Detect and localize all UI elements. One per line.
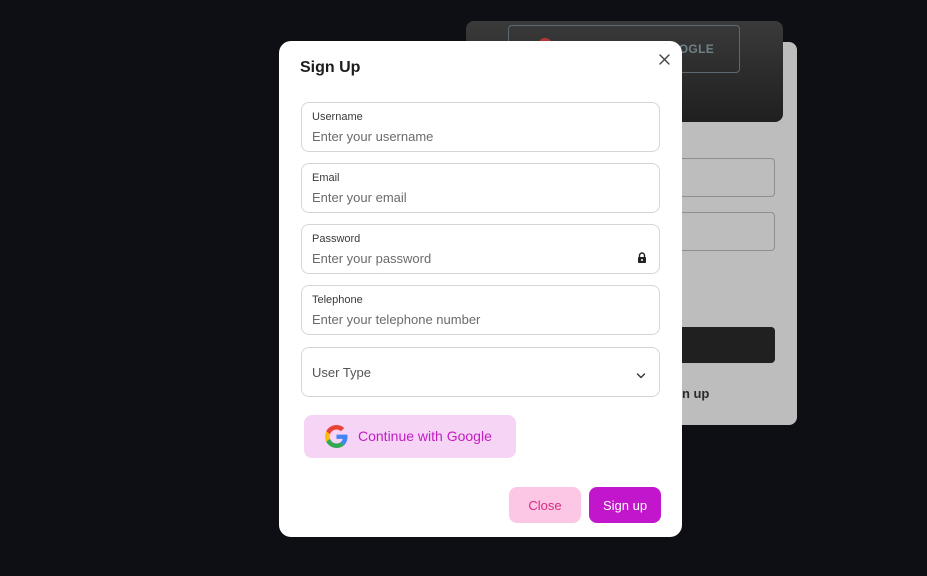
close-icon[interactable] bbox=[657, 52, 671, 66]
user-type-value: User Type bbox=[312, 365, 372, 380]
signup-button[interactable]: Sign up bbox=[589, 487, 661, 523]
password-input[interactable] bbox=[312, 249, 622, 267]
password-label: Password bbox=[312, 233, 361, 245]
user-type-select[interactable]: User Type bbox=[301, 347, 660, 397]
close-button[interactable]: Close bbox=[509, 487, 581, 523]
signup-modal: Sign Up Username Email Password Telephon… bbox=[279, 41, 682, 537]
google-button-label: Continue with Google bbox=[358, 428, 492, 444]
continue-with-google-button[interactable]: Continue with Google bbox=[304, 415, 516, 458]
background-google-button-label: OGLE bbox=[678, 42, 714, 56]
email-label: Email bbox=[312, 172, 340, 184]
telephone-field[interactable]: Telephone bbox=[301, 285, 660, 335]
chevron-down-icon bbox=[636, 368, 646, 379]
google-icon bbox=[325, 425, 348, 448]
password-field[interactable]: Password bbox=[301, 224, 660, 274]
telephone-input[interactable] bbox=[312, 310, 622, 328]
telephone-label: Telephone bbox=[312, 294, 363, 306]
email-input[interactable] bbox=[312, 188, 622, 206]
username-label: Username bbox=[312, 111, 363, 123]
modal-title: Sign Up bbox=[300, 59, 361, 76]
username-field[interactable]: Username bbox=[301, 102, 660, 152]
lock-icon[interactable] bbox=[636, 251, 648, 263]
email-field[interactable]: Email bbox=[301, 163, 660, 213]
username-input[interactable] bbox=[312, 127, 622, 145]
